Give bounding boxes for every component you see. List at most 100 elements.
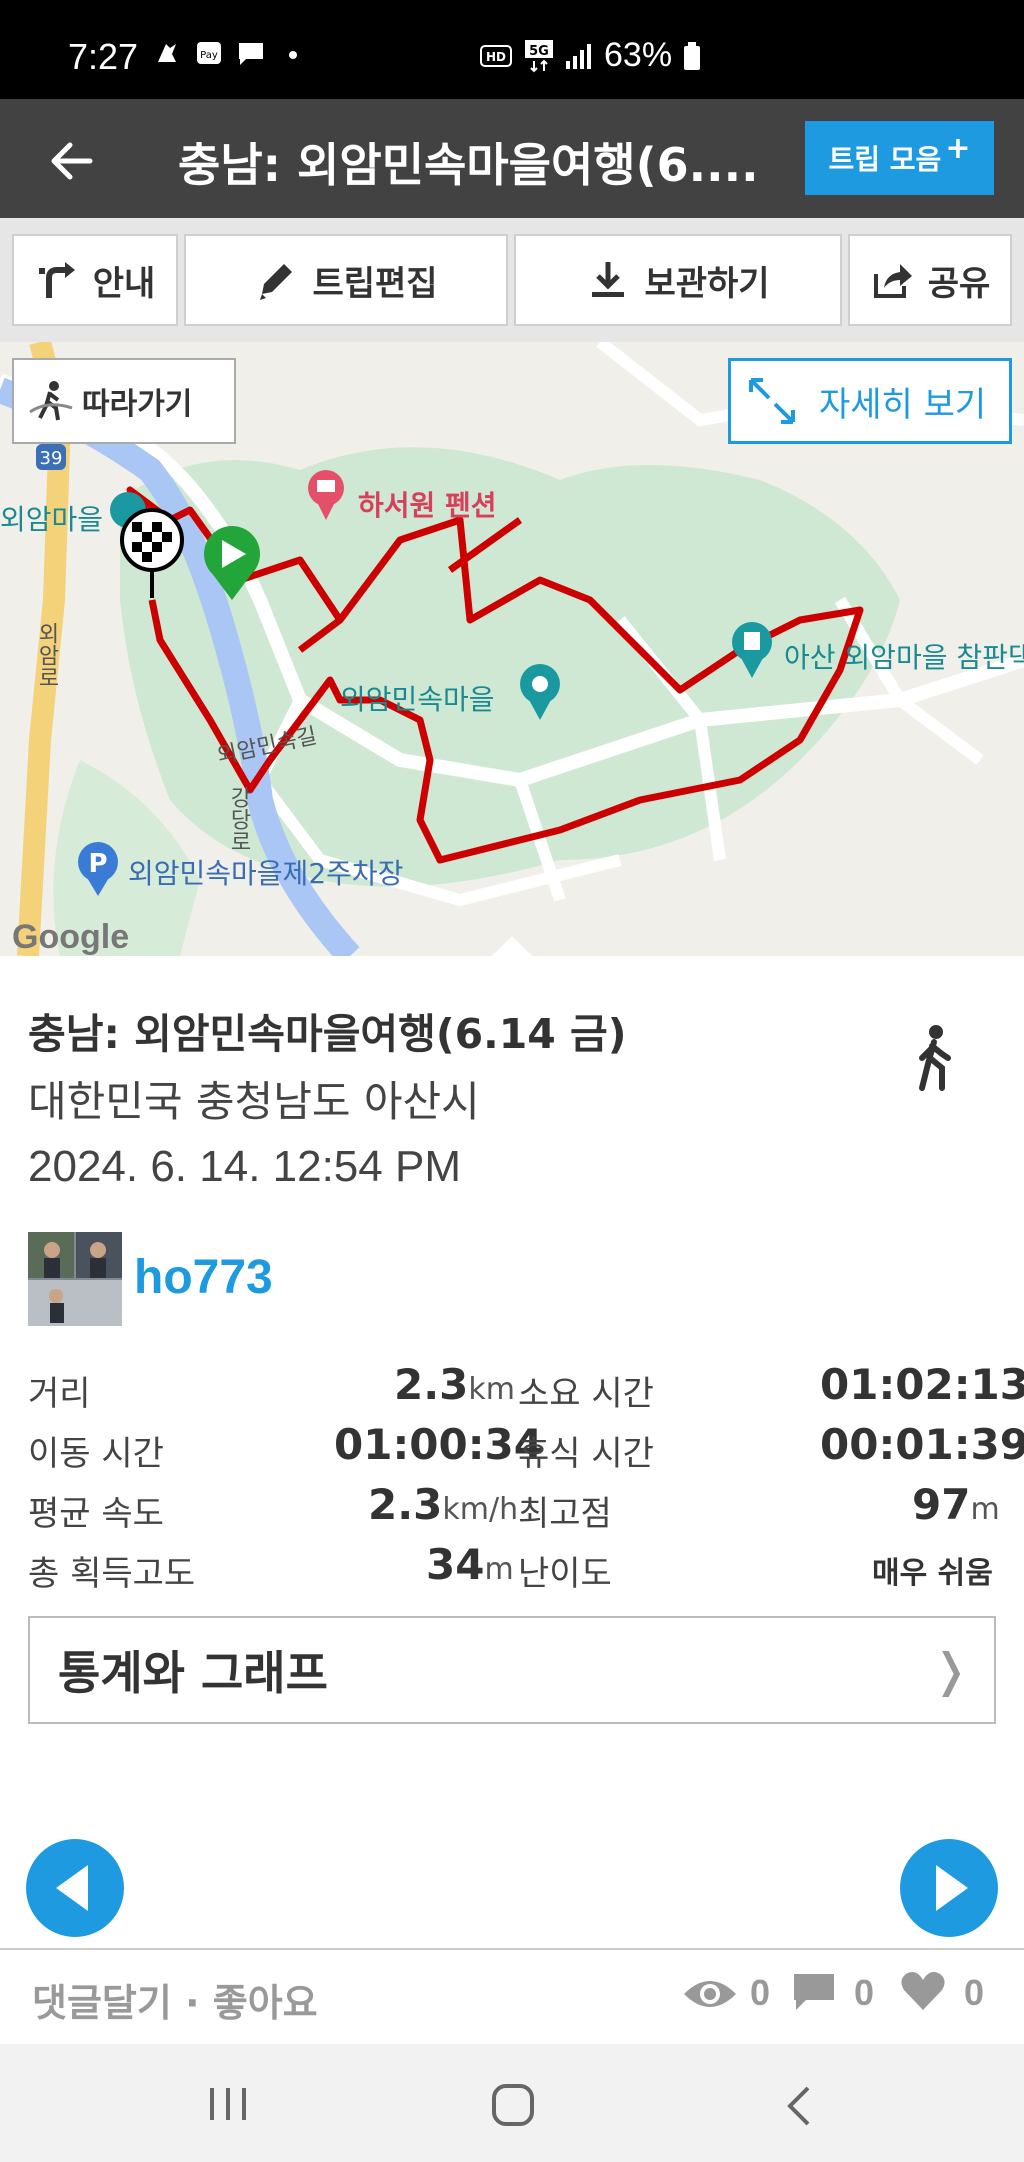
follow-label: 따라가기 [82,387,193,422]
gain-unit: m [484,1552,514,1587]
svg-text:Pay: Pay [200,50,218,61]
share-button[interactable]: 공유 [848,234,1012,326]
turn-arrow-icon [38,262,75,298]
trip-title: 충남: 외암민속마을여행(6.14 금) [28,1010,627,1058]
home-icon[interactable] [490,2082,536,2128]
hiker-icon [29,381,73,421]
action-toolbar: 안내 트립편집 보관하기 공유 [0,218,1024,342]
guide-button[interactable]: 안내 [12,234,178,326]
stat-difficulty-value: 매우 쉬움 [872,1556,993,1591]
stat-moving-label: 이동 시간 [28,1434,164,1474]
stat-duration-label: 소요 시간 [518,1374,654,1414]
share-label: 공유 [927,263,991,304]
battery-icon [684,41,701,70]
map-pointer [492,936,532,956]
eye-icon [684,1981,736,2007]
detail-view-label: 자세히 보기 [819,384,987,425]
stat-max-label: 최고점 [518,1494,612,1534]
map-label-parking: 외암민속마을제2주차장 [128,857,404,890]
max-unit: m [970,1492,1000,1527]
trip-collection-label: 트립 모음 [828,143,942,176]
views-count: 0 [750,1972,771,2013]
follow-button[interactable]: 따라가기 [12,358,236,444]
detail-view-button[interactable]: 자세히 보기 [728,358,1012,444]
status-bar: 7:27 Pay HD 5G 63% [0,0,1024,99]
map-label-village-right: 아산 외암마을 참판댁 [784,641,1024,674]
stat-gain-label: 총 획득고도 [28,1554,196,1594]
plus-icon: + [945,130,971,166]
username-link[interactable]: ho773 [134,1250,273,1305]
comment-icon [794,1974,834,2010]
moving-number: 01:00:34 [334,1420,543,1469]
stats-graph-button[interactable]: 통계와 그래프 ❭ [28,1616,996,1724]
dot-icon [289,51,297,59]
map-label-road-diag: 강당로 [226,786,251,852]
speed-number: 2.3 [368,1480,443,1529]
5g-icon: 5G [525,39,553,72]
gain-number: 34 [426,1540,485,1589]
map-label-pension: 하서원 펜션 [358,489,497,522]
stat-distance-value: 2.3km [394,1360,515,1409]
app-notification-icon [158,44,176,62]
stat-max-value: 97m [912,1480,1000,1529]
comment-like-link[interactable]: 댓글달기 · 좋아요 [32,1972,318,2027]
rest-number: 00:01:39 [820,1420,1024,1469]
stat-difficulty-label: 난이도 [518,1554,612,1594]
stat-duration-value: 01:02:13 [820,1360,1024,1409]
comments-count: 0 [854,1972,875,2013]
stat-distance-label: 거리 [28,1374,91,1414]
back-icon[interactable] [780,2084,820,2128]
hd-icon: HD [480,44,512,67]
speed-unit: km/h [442,1492,519,1527]
avatar-image [28,1232,122,1326]
stat-rest-value: 00:01:39 [820,1420,1024,1469]
battery-percent: 63% [604,36,673,74]
stat-rest-label: 휴식 시간 [518,1434,654,1474]
status-right: HD 5G 63% [480,36,702,75]
next-trip-button[interactable] [900,1839,998,1937]
save-button[interactable]: 보관하기 [514,234,842,326]
signal-icon [566,43,591,69]
stat-moving-value: 01:00:34 [334,1420,543,1469]
svg-text:HD: HD [486,50,506,64]
edit-trip-button[interactable]: 트립편집 [184,234,508,326]
trip-location: 대한민국 충청남도 아산시 [28,1077,480,1126]
edit-trip-label: 트립편집 [312,263,438,304]
app-bar: 충남: 외암민속마을여행(6.... 트립 모음 + [0,99,1024,218]
map-label-road-vertical: 외암로 [34,622,59,688]
guide-label: 안내 [92,263,156,304]
triangle-left-icon [56,1865,88,1911]
max-number: 97 [912,1480,971,1529]
stat-speed-label: 평균 속도 [28,1494,164,1534]
map-label-village-left: 외암마을 [0,503,104,536]
map-label-village-center: 외암민속마을 [340,683,495,716]
distance-number: 2.3 [394,1360,469,1409]
walking-icon [919,1025,951,1091]
download-icon [592,262,625,297]
recents-icon[interactable] [206,2084,250,2124]
chevron-right-icon: ❭ [931,1643,970,1697]
expand-icon [749,378,795,424]
notification-icons: Pay [152,38,308,68]
stat-speed-value: 2.3km/h [368,1480,518,1529]
svg-text:P: P [88,849,107,879]
app-title: 충남: 외암민속마을여행(6.... [178,138,758,192]
previous-trip-button[interactable] [26,1839,124,1937]
svg-text:5G: 5G [529,44,549,59]
stats-graph-label: 통계와 그래프 [58,1646,328,1700]
trip-collection-button[interactable]: 트립 모음 + [805,121,994,195]
status-time: 7:27 [68,36,139,77]
back-arrow-icon[interactable] [46,135,98,187]
google-attribution: Google [12,918,130,956]
heart-icon[interactable] [900,1970,946,2012]
system-nav-bar [0,2044,1024,2162]
user-avatar[interactable] [28,1232,122,1326]
distance-unit: km [468,1372,516,1407]
trip-datetime: 2024. 6. 14. 12:54 PM [28,1142,461,1191]
triangle-right-icon [936,1865,968,1911]
pencil-icon [260,264,293,300]
likes-count: 0 [964,1972,985,2013]
save-label: 보관하기 [644,263,770,304]
message-icon [239,43,263,65]
duration-number: 01:02:13 [820,1360,1024,1409]
